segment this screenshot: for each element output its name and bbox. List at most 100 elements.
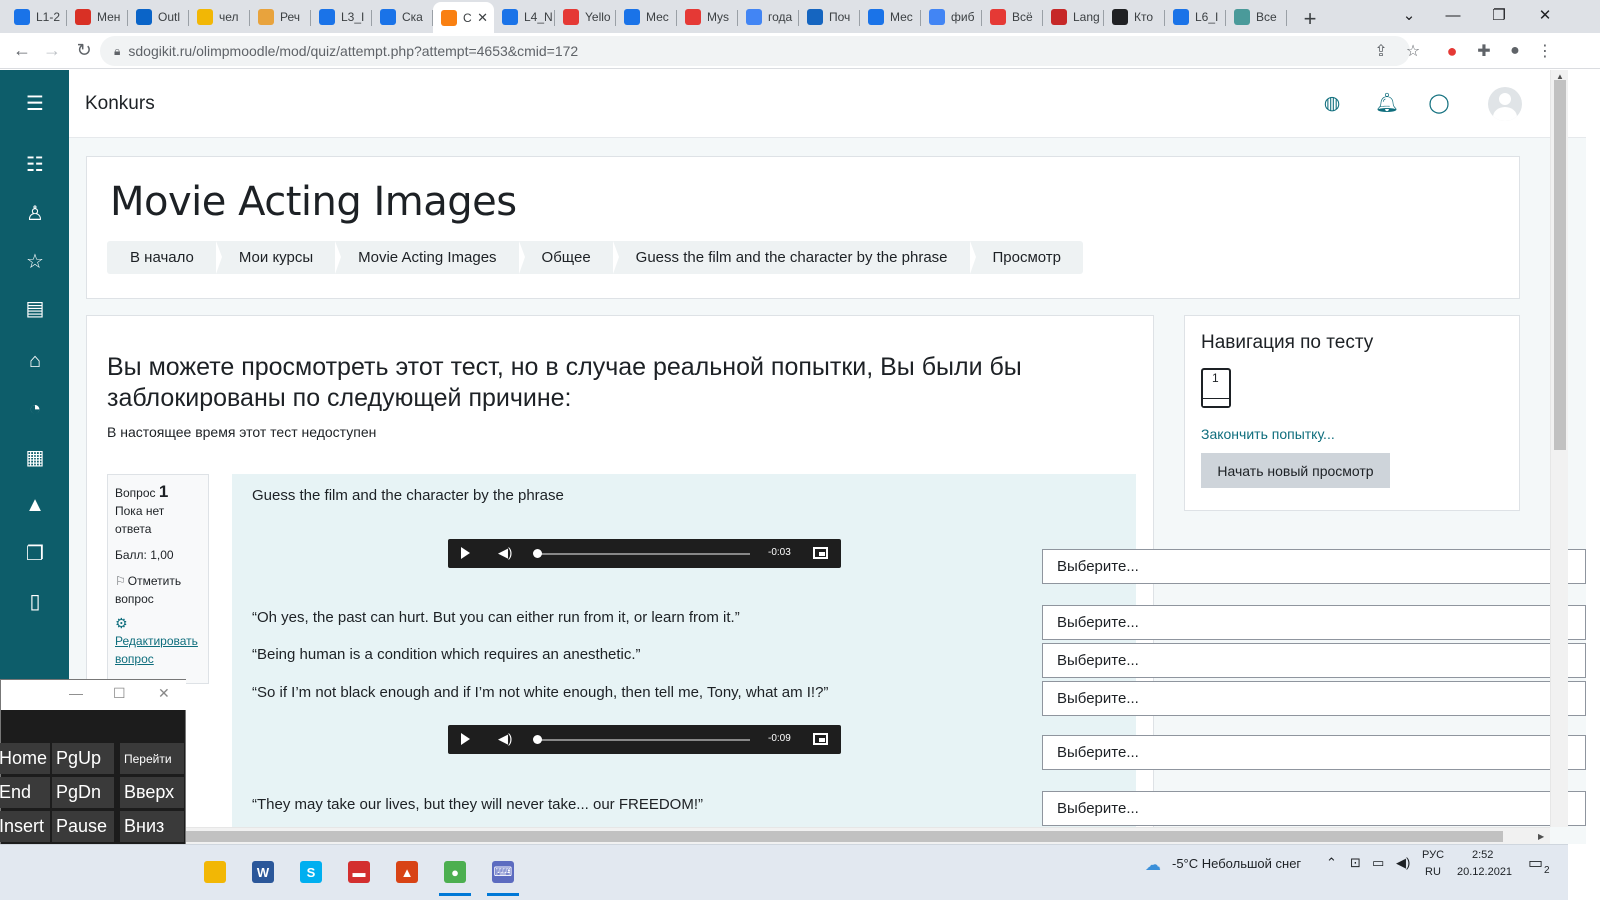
browser-tab[interactable]: фиб: [921, 3, 982, 31]
breadcrumb-quiz[interactable]: Guess the film and the character by the …: [613, 241, 976, 274]
profile-icon[interactable]: ●: [1500, 36, 1530, 66]
fullscreen-icon[interactable]: [813, 733, 828, 745]
browser-tab[interactable]: Мен: [67, 3, 128, 31]
file-explorer-icon[interactable]: [195, 852, 235, 892]
star-icon[interactable]: ☆: [22, 248, 48, 274]
answer-select-1[interactable]: Выберите...: [1042, 549, 1586, 584]
weather-text[interactable]: -5°C Небольшой снег: [1172, 856, 1301, 871]
home-icon[interactable]: ⌂: [22, 348, 48, 374]
horizontal-scrollbar[interactable]: ▶: [0, 827, 1550, 844]
keyboard-key[interactable]: Перейти: [120, 743, 184, 774]
keyboard-key[interactable]: PgUp: [52, 743, 114, 774]
play-icon[interactable]: [461, 733, 470, 745]
edit-question-link[interactable]: Редактировать вопрос: [115, 634, 198, 666]
reload-button[interactable]: ↻: [68, 35, 100, 67]
participants-icon[interactable]: ♙: [22, 200, 48, 226]
browser-tab[interactable]: Реч: [250, 3, 311, 31]
settings-gear-icon[interactable]: ⚙: [115, 614, 201, 632]
language-indicator-top[interactable]: РУС: [1422, 849, 1444, 861]
play-icon[interactable]: [461, 547, 470, 559]
messages-chat-icon[interactable]: ◯: [1426, 90, 1452, 116]
browser-tab[interactable]: Мес: [860, 3, 921, 31]
fullscreen-icon[interactable]: [813, 547, 828, 559]
keyboard-maximize-button[interactable]: ☐: [113, 685, 126, 702]
browser-tab[interactable]: Мес: [616, 3, 677, 31]
browser-tab[interactable]: Всё: [982, 3, 1043, 31]
answer-select-3[interactable]: Выберите...: [1042, 643, 1586, 678]
dashboard-gauge-icon[interactable]: ◔: [22, 396, 48, 422]
keyboard-key[interactable]: End: [0, 777, 50, 808]
browser-tab[interactable]: L6_I: [1165, 3, 1226, 31]
keyboard-key[interactable]: Insert: [0, 811, 50, 842]
answer-select-2[interactable]: Выберите...: [1042, 605, 1586, 640]
notification-center-icon[interactable]: ▭: [1528, 853, 1543, 873]
maximize-button[interactable]: ❐: [1476, 0, 1522, 30]
nav-question-1-button[interactable]: 1: [1201, 368, 1231, 408]
browser-tab[interactable]: L4_N: [494, 3, 555, 31]
files-icon[interactable]: ❐: [22, 540, 48, 566]
browser-menu-icon[interactable]: ⋮: [1530, 36, 1560, 66]
flag-question-button[interactable]: ⚐ Отметить вопрос: [115, 572, 201, 608]
browser-tab[interactable]: Поч: [799, 3, 860, 31]
vertical-scroll-thumb[interactable]: [1554, 80, 1566, 450]
site-name[interactable]: Konkurs: [85, 93, 155, 115]
speaker-icon[interactable]: ◀︎): [1396, 855, 1410, 871]
audio-seek-handle[interactable]: [533, 549, 542, 558]
network-icon[interactable]: ⊡: [1350, 855, 1361, 871]
minimize-button[interactable]: —: [1430, 0, 1476, 30]
volume-icon[interactable]: ◀︎): [498, 545, 512, 561]
onscreen-keyboard-app-icon[interactable]: ⌨: [483, 852, 523, 896]
skype-icon[interactable]: S: [291, 852, 331, 892]
answer-select-4[interactable]: Выберите...: [1042, 681, 1586, 716]
scroll-right-arrow-icon[interactable]: ▶: [1538, 832, 1544, 841]
battery-icon[interactable]: ▭: [1372, 855, 1384, 871]
reader-icon[interactable]: ▬: [339, 852, 379, 892]
browser-tab[interactable]: Ска: [372, 3, 433, 31]
forward-button[interactable]: →: [36, 35, 68, 67]
browser-tab[interactable]: Yello: [555, 3, 616, 31]
extensions-puzzle-icon[interactable]: ✚: [1469, 36, 1499, 66]
new-tab-button[interactable]: +: [1293, 5, 1327, 33]
keyboard-key[interactable]: Вниз: [120, 811, 184, 842]
tray-chevron-icon[interactable]: ⌃: [1326, 855, 1337, 871]
chrome-icon[interactable]: ●: [435, 852, 475, 896]
breadcrumb-my-courses[interactable]: Мои курсы: [216, 241, 342, 274]
bookmark-star-icon[interactable]: ☆: [1398, 36, 1428, 66]
hamburger-menu-icon[interactable]: ☰: [22, 90, 48, 116]
keyboard-close-button[interactable]: ✕: [158, 685, 170, 702]
close-window-button[interactable]: ✕: [1522, 0, 1568, 30]
breadcrumb-course[interactable]: Movie Acting Images: [335, 241, 525, 274]
notifications-bell-icon[interactable]: 🔔︎: [1374, 90, 1400, 116]
user-avatar[interactable]: [1488, 87, 1522, 121]
browser-tab[interactable]: С ✕: [433, 2, 494, 33]
browser-tab[interactable]: Mys: [677, 3, 738, 31]
clock-time[interactable]: 2:52: [1472, 849, 1493, 861]
browser-tab[interactable]: Все: [1226, 3, 1287, 31]
language-indicator-bottom[interactable]: RU: [1425, 866, 1441, 878]
keyboard-key[interactable]: PgDn: [52, 777, 114, 808]
pdf-icon[interactable]: ▲: [387, 852, 427, 892]
calendar-icon[interactable]: ▦: [22, 444, 48, 470]
breadcrumb-home[interactable]: В начало: [107, 241, 222, 274]
start-new-preview-button[interactable]: Начать новый просмотр: [1201, 453, 1390, 488]
vertical-scrollbar[interactable]: ▲: [1550, 70, 1568, 827]
breadcrumb-section[interactable]: Общее: [519, 241, 619, 274]
volume-icon[interactable]: ◀︎): [498, 731, 512, 747]
answer-select-6[interactable]: Выберите...: [1042, 791, 1586, 826]
keyboard-minimize-button[interactable]: —: [69, 685, 83, 701]
audio-seek-bar[interactable]: [535, 739, 750, 741]
browser-tab[interactable]: года: [738, 3, 799, 31]
audio-seek-bar[interactable]: [535, 553, 750, 555]
close-tab-icon[interactable]: ✕: [477, 10, 488, 26]
book-icon[interactable]: ▤: [22, 295, 48, 321]
list-icon[interactable]: ☷: [22, 151, 48, 177]
browser-tab[interactable]: Кто: [1104, 3, 1165, 31]
browser-tab[interactable]: чел: [189, 3, 250, 31]
tab-search-icon[interactable]: ⌄: [1386, 0, 1432, 30]
keyboard-key[interactable]: Вверх: [120, 777, 184, 808]
clipboard-icon[interactable]: ▯: [22, 588, 48, 614]
browser-tab[interactable]: L1-2: [6, 3, 67, 31]
language-globe-icon[interactable]: ◍: [1319, 90, 1345, 116]
browser-tab[interactable]: Outl: [128, 3, 189, 31]
share-icon[interactable]: ⇪: [1366, 36, 1396, 66]
